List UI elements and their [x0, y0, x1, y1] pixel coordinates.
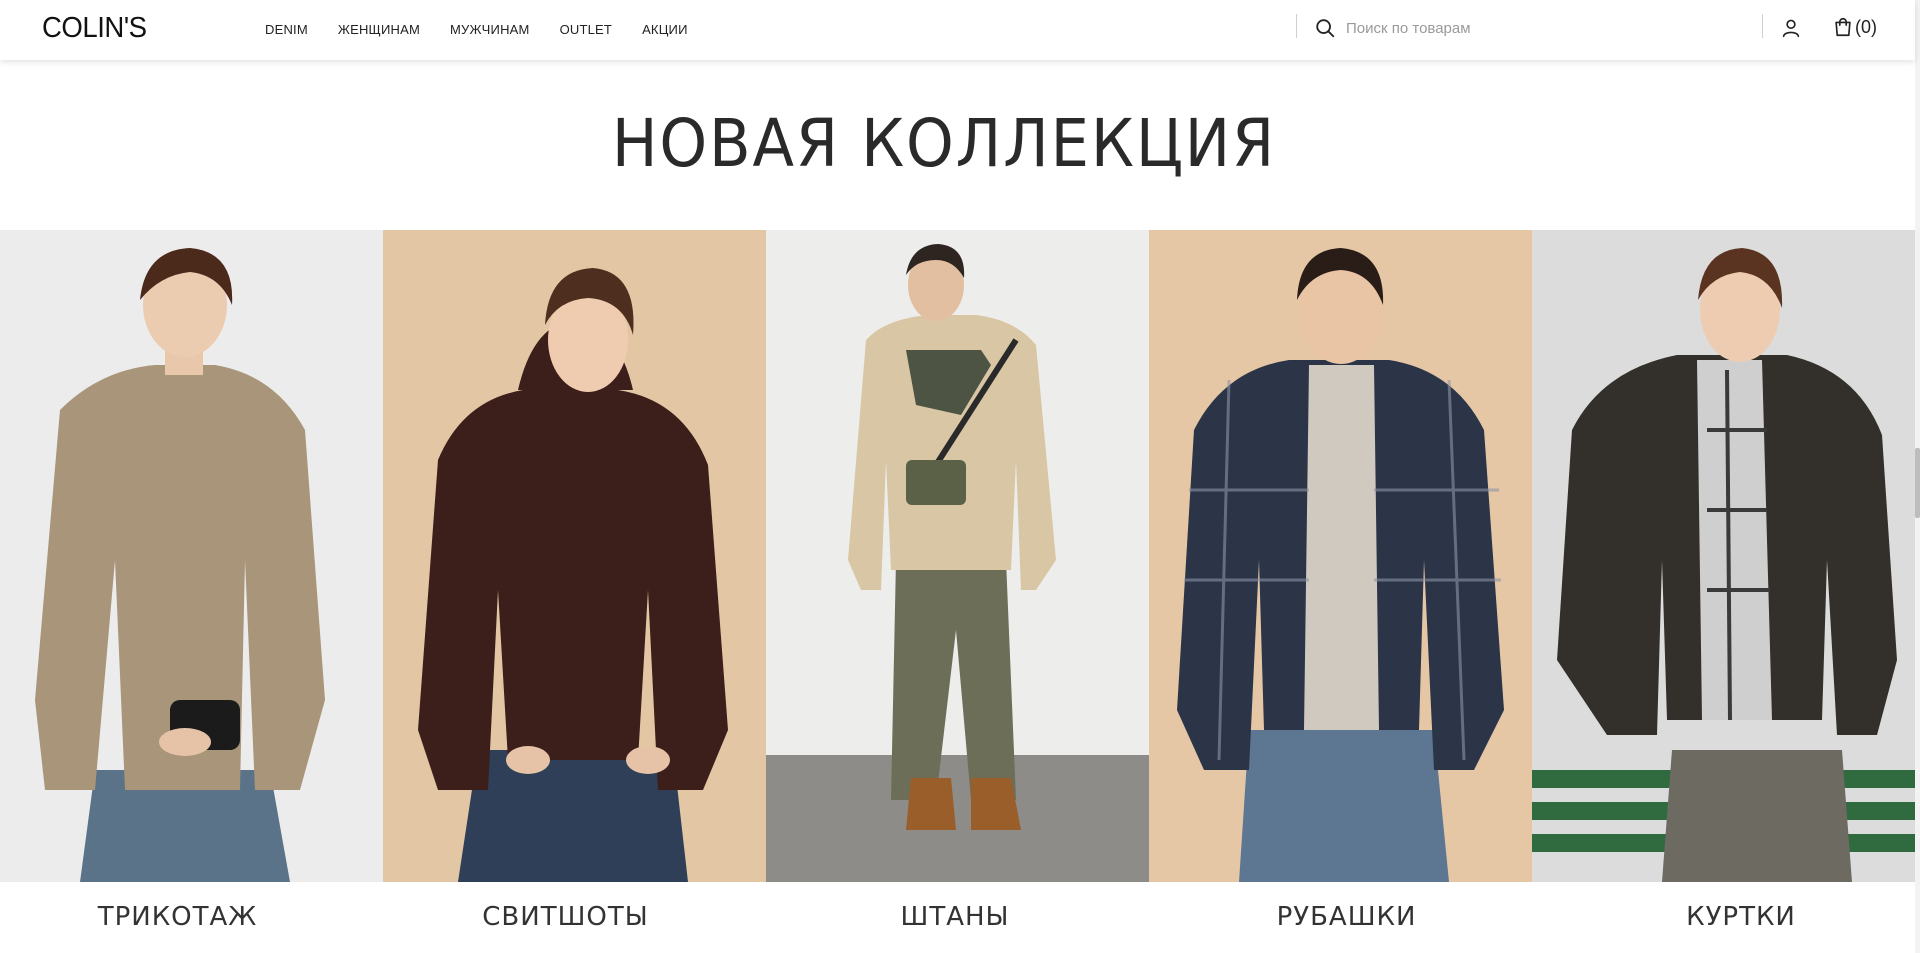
category-label-trousers[interactable]: ШТАНЫ: [766, 902, 1144, 932]
search-divider: [1296, 14, 1297, 38]
nav-item-men[interactable]: МУЖЧИНАМ: [450, 22, 530, 37]
search-icon[interactable]: [1314, 17, 1336, 39]
section-title: НОВАЯ КОЛЛЕКЦИЯ: [611, 105, 1277, 182]
category-grid: [0, 230, 1915, 882]
category-tile-trousers[interactable]: [766, 230, 1149, 882]
category-tile-knitwear[interactable]: [0, 230, 383, 882]
shirts-model-image: [1149, 230, 1532, 882]
knitwear-model-image: [0, 230, 383, 882]
nav-item-outlet[interactable]: OUTLET: [560, 22, 612, 37]
category-tile-jackets[interactable]: [1532, 230, 1915, 882]
cart-button[interactable]: (0): [1832, 16, 1877, 38]
category-tile-sweatshirts[interactable]: [383, 230, 766, 882]
main-nav: DENIM ЖЕНЩИНАМ МУЖЧИНАМ OUTLET АКЦИИ: [265, 22, 688, 37]
cart-count: (0): [1855, 16, 1877, 37]
site-header: COLIN'S DENIM ЖЕНЩИНАМ МУЖЧИНАМ OUTLET А…: [0, 0, 1915, 60]
brand-logo[interactable]: COLIN'S: [42, 12, 147, 45]
nav-item-women[interactable]: ЖЕНЩИНАМ: [338, 22, 420, 37]
nav-item-sale[interactable]: АКЦИИ: [642, 22, 688, 37]
nav-item-denim[interactable]: DENIM: [265, 22, 308, 37]
account-divider: [1762, 14, 1763, 38]
category-label-sweatshirts[interactable]: СВИТШОТЫ: [383, 902, 748, 932]
category-tile-shirts[interactable]: [1149, 230, 1532, 882]
search-input[interactable]: [1346, 16, 1746, 40]
user-icon[interactable]: [1780, 17, 1802, 39]
trousers-model-image: [766, 230, 1149, 882]
scrollbar-thumb[interactable]: [1915, 448, 1920, 518]
category-label-knitwear[interactable]: ТРИКОТАЖ: [0, 902, 355, 932]
category-label-jackets[interactable]: КУРТКИ: [1532, 902, 1920, 932]
jackets-model-image: [1532, 230, 1915, 882]
shopping-bag-icon: [1835, 18, 1851, 37]
sweatshirts-model-image: [383, 230, 766, 882]
category-label-shirts[interactable]: РУБАШКИ: [1149, 902, 1544, 932]
